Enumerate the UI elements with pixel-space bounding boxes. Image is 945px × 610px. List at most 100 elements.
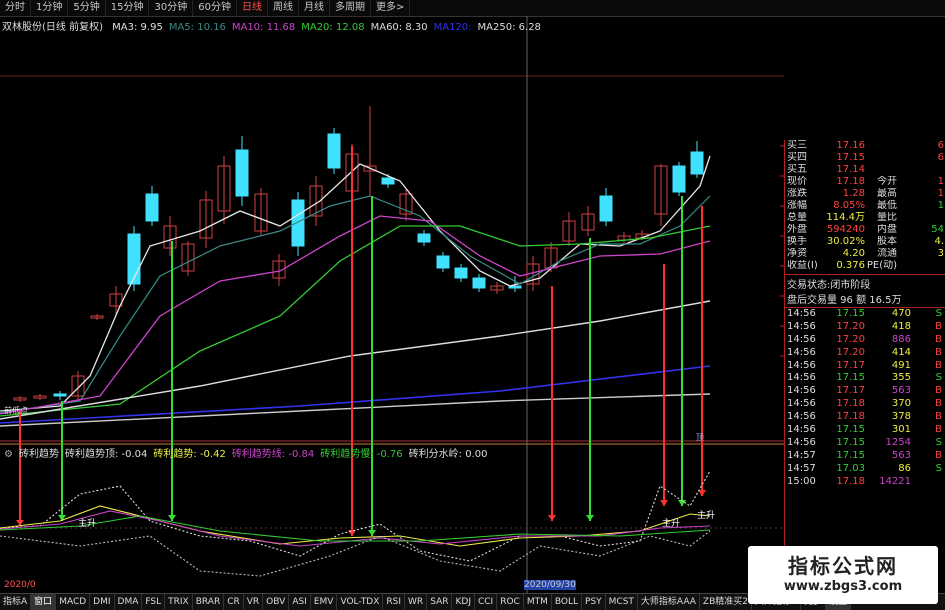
candle-body bbox=[672, 165, 686, 193]
candle-body bbox=[145, 193, 159, 222]
quote-label-2 bbox=[865, 164, 897, 176]
indicator-tab[interactable]: FSL bbox=[142, 594, 166, 610]
trade-volume: 86 bbox=[898, 462, 911, 474]
trade-price: 17.03 bbox=[836, 462, 865, 474]
trade-time: 14:56 bbox=[787, 333, 816, 345]
trade-price: 17.15 bbox=[836, 436, 865, 448]
indicator-tab[interactable]: VR bbox=[244, 594, 264, 610]
candle-body bbox=[53, 393, 67, 397]
quote-row: 换手 30.02% 股本 4. bbox=[785, 236, 945, 248]
indicator-tab[interactable]: RSI bbox=[383, 594, 406, 610]
indicator-tab[interactable]: 窗口 bbox=[31, 594, 57, 610]
quote-value-2: 1 bbox=[937, 200, 944, 211]
quote-value: 17.14 bbox=[836, 164, 865, 175]
indicator-tab[interactable]: OBV bbox=[263, 594, 290, 610]
quote-row: 涨跌 1.28 最高 1 bbox=[785, 188, 945, 200]
buy-arrow-head bbox=[586, 515, 594, 521]
indicator-tab[interactable]: ZB精准买2 bbox=[700, 594, 752, 610]
trade-volume: 1254 bbox=[885, 436, 911, 448]
date-right: 2020/09/30 bbox=[524, 580, 576, 590]
period-tab[interactable]: 分时 bbox=[0, 0, 31, 16]
indicator-legend-item: 砖利趋势顶: -0.04 bbox=[64, 449, 148, 460]
indicator-tab[interactable]: MCST bbox=[606, 594, 638, 610]
trade-time: 14:56 bbox=[787, 424, 816, 436]
trade-row: 14:57 17.03 86 S bbox=[785, 463, 945, 476]
indicator-tab[interactable]: TRIX bbox=[165, 594, 193, 610]
trade-price: 17.17 bbox=[836, 385, 865, 397]
trade-row: 14:56 17.15 1254 S bbox=[785, 437, 945, 450]
indicator-tab[interactable]: 指标A bbox=[0, 594, 32, 610]
quote-value-2: 1 bbox=[937, 176, 944, 187]
period-tab[interactable]: 15分钟 bbox=[106, 0, 150, 16]
period-tab[interactable]: 30分钟 bbox=[149, 0, 194, 16]
period-tab[interactable]: 多周期 bbox=[330, 0, 371, 16]
status-line-1: 交易状态:闭市阶段 bbox=[787, 280, 871, 291]
quote-label-2: 流通 bbox=[877, 248, 897, 259]
trade-row: 14:56 17.15 301 B bbox=[785, 424, 945, 437]
kline-chart[interactable]: 前低点 主升 主升 主升 顶 bbox=[0, 16, 784, 593]
indicator-tab[interactable]: MACD bbox=[56, 594, 91, 610]
indicator-tab[interactable]: PSY bbox=[582, 594, 606, 610]
period-tab[interactable]: 更多> bbox=[371, 0, 411, 16]
trade-volume: 886 bbox=[891, 333, 911, 345]
ma3-line bbox=[0, 155, 711, 412]
quote-rows: 买三 17.16 6 买四 17.15 6 买五 17.14 现价 17.18 今开 1 涨跌 1.28 最… bbox=[785, 140, 945, 272]
quote-value-2: 6 bbox=[937, 152, 944, 163]
trade-volume: 301 bbox=[891, 424, 911, 436]
indicator-tab[interactable]: WR bbox=[405, 594, 428, 610]
period-tab[interactable]: 5分钟 bbox=[68, 0, 106, 16]
indicator-tab[interactable]: KDJ bbox=[452, 594, 475, 610]
ma-legend-item: MA60: 8.30 bbox=[370, 22, 428, 33]
ma-legend-item: MA5: 10.16 bbox=[168, 22, 226, 33]
settings-gear-icon[interactable]: ⚙ bbox=[4, 449, 13, 460]
period-tab[interactable]: 月线 bbox=[299, 0, 330, 16]
indicator-lines bbox=[0, 470, 711, 577]
quote-value: 594240 bbox=[826, 224, 865, 235]
quote-label-2: 内盘 bbox=[877, 224, 897, 235]
indicator-tab[interactable]: EMV bbox=[311, 594, 338, 610]
trade-time: 14:56 bbox=[787, 346, 816, 358]
indicator-tab[interactable]: ROC bbox=[497, 594, 524, 610]
indicator-tab[interactable]: BRAR bbox=[193, 594, 225, 610]
period-tab[interactable]: 日线 bbox=[237, 0, 268, 16]
trade-direction bbox=[911, 476, 945, 489]
candle-body bbox=[127, 233, 141, 285]
trade-direction: B bbox=[935, 320, 942, 332]
trade-direction: B bbox=[935, 333, 942, 345]
indicator-tab[interactable]: 大师指标AAA bbox=[638, 594, 700, 610]
trade-time: 14:56 bbox=[787, 320, 816, 332]
indicator-tab[interactable]: DMA bbox=[115, 594, 143, 610]
trade-row: 14:56 17.18 370 B bbox=[785, 398, 945, 411]
trade-volume: 355 bbox=[891, 372, 911, 384]
indicator-tab[interactable]: SAR bbox=[427, 594, 453, 610]
buy-arrow-head bbox=[168, 515, 176, 521]
quote-row: 净资 4.20 流通 3 bbox=[785, 248, 945, 260]
ma-legend: 双林股份(日线 前复权) MA3: 9.95 MA5: 10.16 MA10: 11… bbox=[2, 18, 547, 33]
quote-value-2: 1 bbox=[937, 188, 944, 199]
period-tab[interactable]: 周线 bbox=[268, 0, 299, 16]
trade-row: 14:56 17.20 886 B bbox=[785, 334, 945, 347]
trade-list[interactable]: 14:56 17.15 470 S 14:56 17.20 418 B 14:56 17.20 88… bbox=[785, 307, 945, 488]
trade-time: 14:57 bbox=[787, 449, 816, 461]
period-tab[interactable]: 60分钟 bbox=[193, 0, 237, 16]
period-tab[interactable]: 1分钟 bbox=[31, 0, 69, 16]
top-marker-label: 顶 bbox=[696, 433, 704, 442]
candle-body bbox=[327, 133, 341, 169]
trade-volume: 563 bbox=[891, 449, 911, 461]
buy-label-left: 主升 bbox=[78, 517, 96, 529]
indicator-tab[interactable]: ASI bbox=[289, 594, 311, 610]
trade-time: 14:57 bbox=[787, 462, 816, 474]
quote-value: 1.28 bbox=[842, 188, 865, 199]
indicator-tab[interactable]: BOLL bbox=[552, 594, 583, 610]
trade-volume: 14221 bbox=[879, 475, 911, 487]
indicator-tab[interactable]: VOL-TDX bbox=[337, 594, 384, 610]
indicator-tab[interactable]: CR bbox=[224, 594, 244, 610]
low-point-label: 前低点 bbox=[4, 405, 28, 415]
trade-row: 15:00 17.18 14221 bbox=[785, 476, 945, 489]
trade-price: 17.18 bbox=[836, 475, 865, 487]
indicator-tab[interactable]: MTM bbox=[524, 594, 552, 610]
indicator-tab[interactable]: CCI bbox=[475, 594, 498, 610]
candle-body bbox=[436, 255, 450, 269]
quote-label: 现价 bbox=[787, 176, 807, 187]
indicator-tab[interactable]: DMI bbox=[90, 594, 115, 610]
